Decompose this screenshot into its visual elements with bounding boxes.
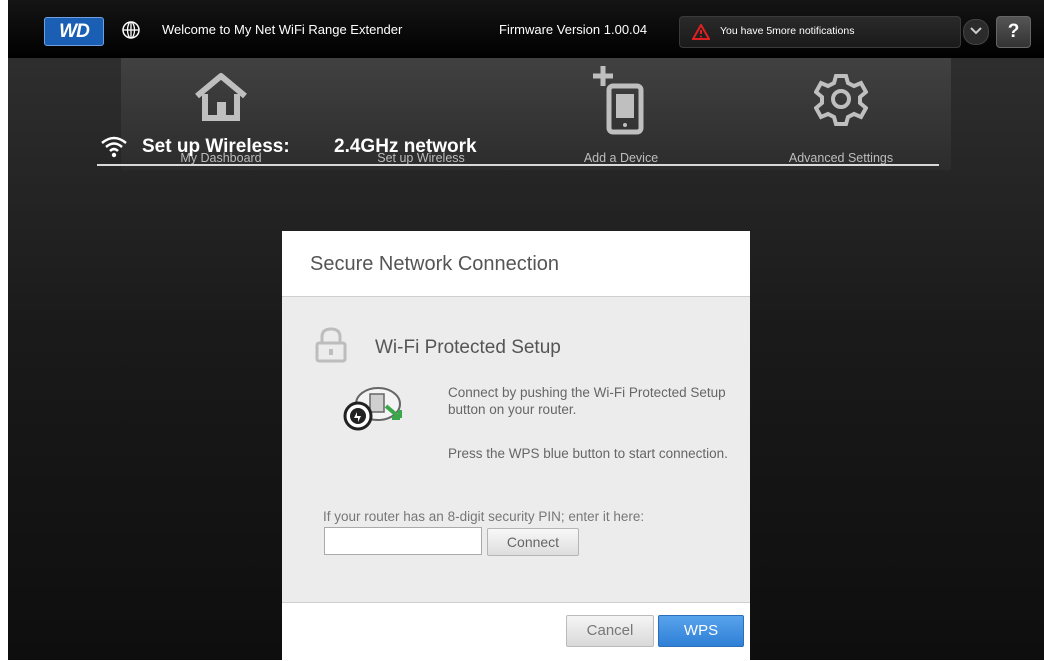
wps-button[interactable]: WPS: [658, 615, 744, 647]
wifi-icon: [101, 136, 127, 158]
pin-label: If your router has an 8-digit security P…: [323, 509, 645, 524]
dialog-title: Secure Network Connection: [310, 253, 560, 275]
help-button[interactable]: ?: [996, 16, 1031, 48]
pin-input[interactable]: [324, 527, 482, 555]
secure-connection-dialog: Secure Network Connection Wi-Fi Protecte…: [282, 231, 750, 661]
section-subtitle: 2.4GHz network: [334, 136, 477, 157]
notification-text: You have 5more notifications: [720, 25, 855, 37]
cancel-button[interactable]: Cancel: [566, 615, 654, 647]
dialog-header: Secure Network Connection: [282, 231, 750, 297]
app-window: WD Welcome to My Net WiFi Range Extender…: [0, 0, 1044, 661]
chevron-down-icon: [970, 27, 982, 35]
add-device-icon: [593, 66, 644, 135]
notifications-bar[interactable]: You have 5more notifications: [679, 16, 961, 48]
wps-heading: Wi-Fi Protected Setup: [375, 337, 561, 358]
globe-icon[interactable]: [121, 20, 141, 40]
wps-instruction-push: Connect by pushing the Wi-Fi Protected S…: [448, 385, 726, 417]
section-header: Set up Wireless: 2.4GHz network: [97, 134, 939, 166]
wd-logo: WD: [44, 17, 104, 46]
dialog-footer: Cancel WPS: [282, 602, 750, 661]
notifications-dropdown-button[interactable]: [963, 19, 989, 45]
gear-icon: [814, 74, 868, 126]
section-title: Set up Wireless:: [142, 136, 290, 157]
wps-router-icon: [343, 387, 402, 431]
warning-icon: [692, 24, 710, 40]
welcome-text: Welcome to My Net WiFi Range Extender: [162, 22, 403, 37]
wps-instruction-press: Press the WPS blue button to start conne…: [448, 446, 728, 461]
connect-button[interactable]: Connect: [487, 528, 579, 556]
lock-icon: [315, 327, 347, 363]
firmware-version: Firmware Version 1.00.04: [499, 22, 648, 37]
home-icon: [195, 73, 247, 121]
